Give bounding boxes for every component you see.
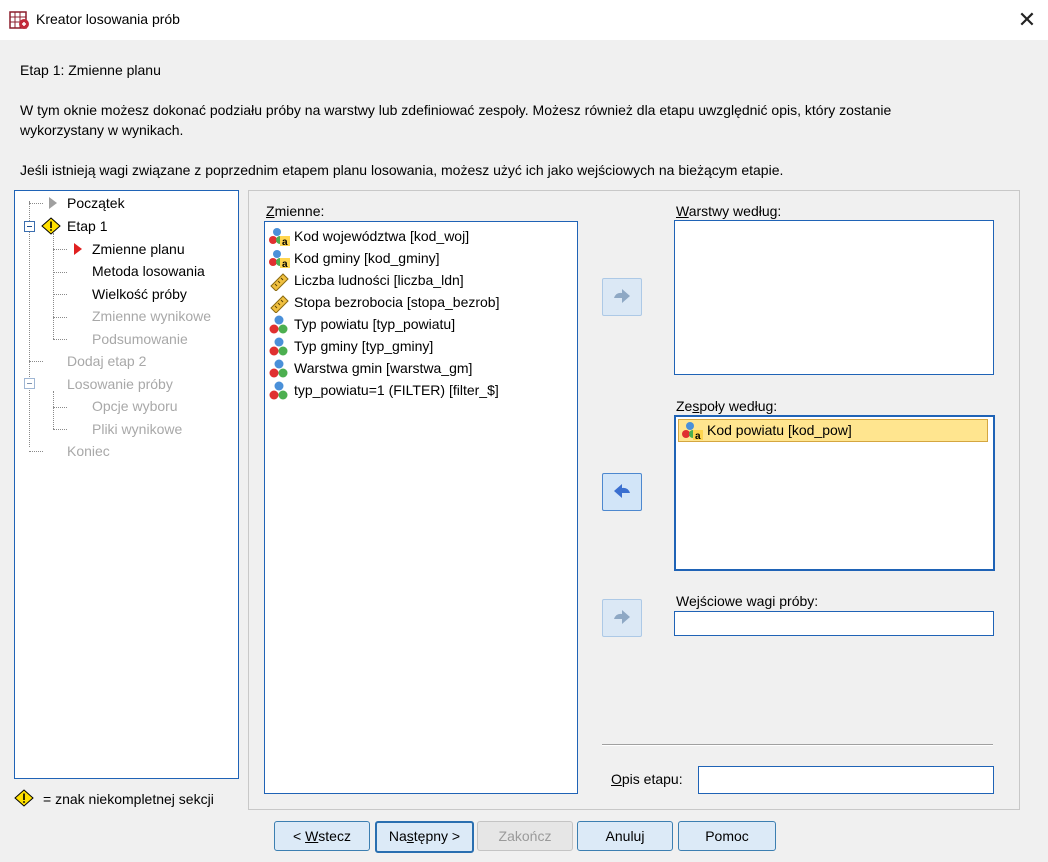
- nominal-icon: [269, 315, 288, 334]
- tree-item-pliki-wynikowe: Pliki wynikowe: [92, 421, 183, 437]
- list-item-kod-woj[interactable]: a Kod województwa [kod_woj]: [269, 225, 569, 247]
- variables-list[interactable]: a Kod województwa [kod_woj] a Kod gminy [k…: [264, 221, 578, 794]
- nominal-string-icon: a: [269, 250, 290, 269]
- strata-label: Warstwy według:: [676, 203, 782, 219]
- collapse-minus-icon[interactable]: [24, 221, 35, 232]
- tree-item-wielkosc-proby[interactable]: Wielkość próby: [92, 286, 187, 302]
- tree-line: [29, 203, 43, 204]
- tree-item-koniec: Koniec: [67, 443, 110, 459]
- list-item-typ-gminy[interactable]: Typ gminy [typ_gminy]: [269, 335, 569, 357]
- description-line2: wykorzystany w wynikach.: [20, 122, 184, 138]
- finish-button: Zakończ: [477, 821, 573, 851]
- tree-line: [53, 407, 67, 408]
- arrow-left-icon: [614, 484, 630, 498]
- tree-item-opcje-wyboru: Opcje wyboru: [92, 398, 178, 414]
- list-item-typ-powiatu[interactable]: Typ powiatu [typ_powiatu]: [269, 313, 569, 335]
- tree-item-dodaj-etap-2: Dodaj etap 2: [67, 353, 147, 369]
- nominal-icon: [269, 337, 288, 356]
- wizard-nav-tree[interactable]: Początek Etap 1 Zmienne planu Metoda los…: [14, 190, 239, 779]
- tree-item-etap-1[interactable]: Etap 1: [67, 218, 107, 234]
- tree-line: [53, 339, 67, 340]
- move-to-variables-button[interactable]: [602, 473, 642, 511]
- nominal-string-icon: a: [682, 422, 703, 441]
- description-line1: W tym oknie możesz dokonać podziału prób…: [20, 102, 892, 118]
- back-button[interactable]: < Wstecz: [274, 821, 370, 851]
- current-step-arrow-icon: [74, 243, 82, 255]
- legend-text: = znak niekompletnej sekcji: [43, 791, 214, 807]
- nominal-icon: [269, 381, 288, 400]
- tree-line: [53, 429, 67, 430]
- next-button[interactable]: Następny >: [375, 821, 474, 853]
- tree-line: [53, 317, 67, 318]
- close-icon[interactable]: ✕: [1010, 4, 1044, 36]
- list-item-liczba-ldn[interactable]: Liczba ludności [liczba_ldn]: [269, 269, 569, 292]
- move-to-strata-button[interactable]: [602, 278, 642, 316]
- move-to-weights-button[interactable]: [602, 599, 642, 637]
- arrow-right-icon: [614, 610, 630, 624]
- tree-line: [29, 201, 30, 447]
- strata-list[interactable]: [674, 220, 994, 375]
- separator: [602, 744, 993, 746]
- nominal-string-icon: a: [269, 228, 290, 247]
- tree-line: [29, 451, 43, 452]
- cancel-button[interactable]: Anuluj: [577, 821, 673, 851]
- tree-item-metoda-losowania[interactable]: Metoda losowania: [92, 263, 205, 279]
- tree-item-zmienne-planu[interactable]: Zmienne planu: [92, 241, 185, 257]
- list-item-kod-pow[interactable]: a Kod powiatu [kod_pow]: [678, 419, 988, 442]
- input-weights-label: Wejściowe wagi próby:: [676, 593, 819, 609]
- warning-icon: [41, 217, 61, 235]
- nominal-icon: [269, 359, 288, 378]
- collapse-minus-icon: [24, 378, 35, 389]
- tree-line: [29, 361, 43, 362]
- help-button[interactable]: Pomoc: [678, 821, 776, 851]
- tree-item-zmienne-wynikowe: Zmienne wynikowe: [92, 308, 212, 324]
- svg-text:a: a: [282, 259, 288, 269]
- stage-label-caption: Opis etapu:: [611, 771, 683, 787]
- clusters-list[interactable]: a Kod powiatu [kod_pow]: [674, 415, 995, 571]
- tree-item-losowanie-proby: Losowanie próby: [67, 376, 173, 392]
- input-weights-field[interactable]: [674, 611, 994, 636]
- list-item-warstwa-gm[interactable]: Warstwa gmin [warstwa_gm]: [269, 357, 569, 379]
- tree-item-podsumowanie: Podsumowanie: [92, 331, 188, 347]
- step-title: Etap 1: Zmienne planu: [20, 62, 161, 78]
- variables-items: a Kod województwa [kod_woj] a Kod gminy [k…: [269, 225, 569, 401]
- scale-ruler-icon: [270, 295, 289, 314]
- tree-line: [53, 272, 67, 273]
- scale-ruler-icon: [270, 273, 289, 292]
- weights-note: Jeśli istnieją wagi związane z poprzedni…: [20, 162, 784, 178]
- arrow-right-icon: [614, 289, 630, 303]
- svg-text:a: a: [695, 431, 701, 441]
- clusters-label: Zespoły według:: [676, 398, 778, 414]
- triangle-right-icon: [49, 197, 57, 209]
- warning-icon: [14, 789, 34, 807]
- list-item-stopa-bezrob[interactable]: Stopa bezrobocia [stopa_bezrob]: [269, 291, 569, 314]
- variables-label: Zmienne:: [266, 203, 325, 219]
- tree-line: [53, 249, 67, 250]
- window-title: Kreator losowania prób: [36, 11, 180, 27]
- list-item-filter[interactable]: typ_powiatu=1 (FILTER) [filter_$]: [269, 379, 569, 401]
- title-bar: Kreator losowania prób ✕: [0, 0, 1048, 40]
- tree-line: [53, 294, 67, 295]
- tree-line: [53, 391, 54, 429]
- stage-label-field[interactable]: [698, 766, 994, 794]
- list-item-kod-gminy[interactable]: a Kod gminy [kod_gminy]: [269, 247, 569, 269]
- app-icon: [9, 11, 29, 29]
- svg-text:a: a: [282, 237, 288, 247]
- tree-item-poczatek[interactable]: Początek: [67, 195, 125, 211]
